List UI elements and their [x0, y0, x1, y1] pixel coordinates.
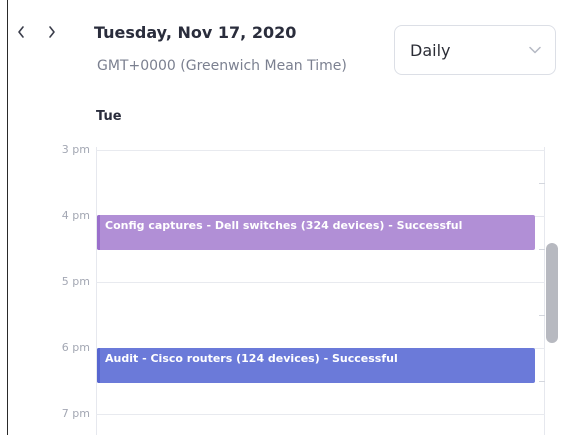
hour-label: 6 pm: [61, 341, 90, 354]
vertical-scrollbar-thumb[interactable]: [546, 243, 558, 343]
half-hour-tick: [539, 315, 545, 316]
grid-right-border: [544, 147, 545, 435]
chevron-down-icon: [529, 46, 541, 54]
half-hour-tick: [539, 381, 545, 382]
view-mode-value: Daily: [410, 41, 451, 60]
chevron-right-icon: [49, 26, 55, 38]
next-day-button[interactable]: [44, 22, 60, 42]
timezone-label: GMT+0000 (Greenwich Mean Time): [97, 58, 347, 74]
hour-label: 4 pm: [61, 209, 90, 222]
view-mode-select[interactable]: Daily: [394, 25, 556, 75]
half-hour-tick: [539, 183, 545, 184]
hour-line: [96, 150, 545, 151]
event-title: Config captures - Dell switches (324 dev…: [105, 219, 463, 232]
prev-day-button[interactable]: [13, 22, 29, 42]
event-accent-bar: [97, 348, 100, 383]
calendar-event[interactable]: Audit - Cisco routers (124 devices) - Su…: [97, 348, 535, 383]
hour-label: 5 pm: [61, 275, 90, 288]
half-hour-tick: [539, 249, 545, 250]
time-grid: [96, 147, 545, 435]
event-accent-bar: [97, 215, 100, 250]
grid-left-border: [96, 147, 97, 435]
hour-line: [96, 282, 545, 283]
hour-label: 7 pm: [61, 407, 90, 420]
calendar-event[interactable]: Config captures - Dell switches (324 dev…: [97, 215, 535, 250]
hour-label: 3 pm: [61, 143, 90, 156]
hour-line: [96, 414, 545, 415]
date-title: Tuesday, Nov 17, 2020: [94, 23, 297, 42]
day-column-label: Tue: [96, 109, 122, 124]
event-title: Audit - Cisco routers (124 devices) - Su…: [105, 352, 398, 365]
chevron-left-icon: [18, 26, 24, 38]
